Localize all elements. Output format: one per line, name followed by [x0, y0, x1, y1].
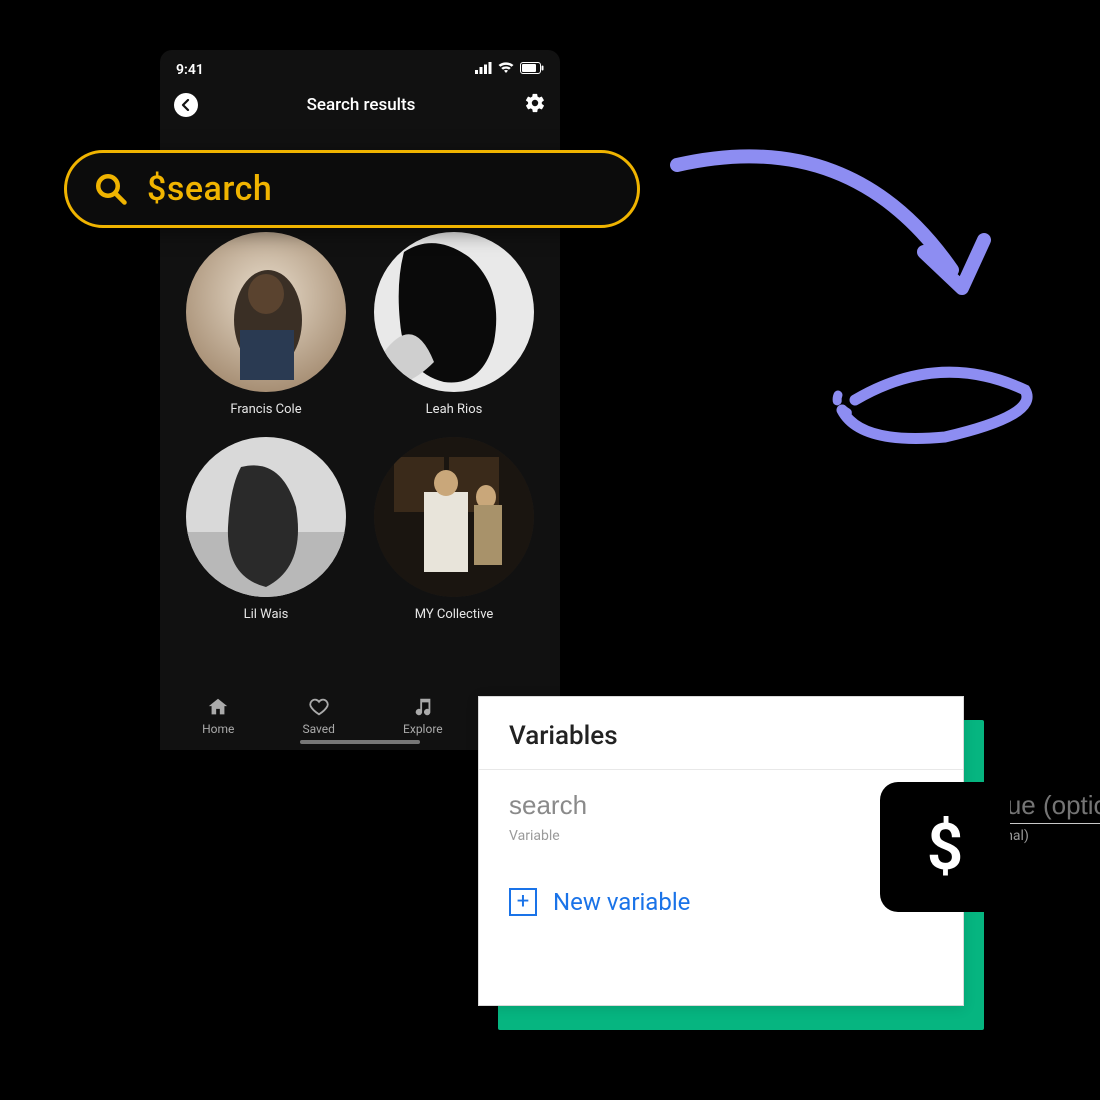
home-icon: [207, 696, 229, 718]
nav-label: Home: [202, 722, 234, 736]
plus-icon: +: [509, 888, 537, 916]
artist-name: Francis Cole: [230, 402, 301, 417]
home-indicator: [300, 740, 420, 744]
search-icon: [93, 171, 129, 207]
chevron-left-icon: [180, 99, 192, 111]
signal-icon: [475, 62, 492, 78]
status-time: 9:41: [176, 62, 204, 78]
avatar: [186, 232, 346, 392]
status-bar: 9:41: [160, 50, 560, 86]
variable-name-label: Variable: [509, 828, 844, 844]
search-field[interactable]: $search: [64, 150, 640, 228]
variable-name-col: Variable: [509, 788, 844, 844]
settings-button[interactable]: [524, 92, 546, 118]
wifi-icon: [498, 62, 514, 78]
top-bar: Search results: [160, 86, 560, 132]
panel-heading: Variables: [479, 697, 963, 770]
annotation-arrow: [662, 140, 1022, 340]
nav-label: Saved: [302, 722, 334, 736]
avatar: [374, 232, 534, 392]
artist-name: MY Collective: [415, 607, 494, 622]
artist-item[interactable]: Leah Rios: [368, 232, 540, 417]
nav-saved[interactable]: Saved: [302, 696, 334, 736]
artist-name: Lil Wais: [244, 607, 289, 622]
back-button[interactable]: [174, 93, 198, 117]
battery-icon: [520, 62, 544, 78]
new-variable-label: New variable: [553, 888, 690, 916]
nav-explore[interactable]: Explore: [403, 696, 443, 736]
nav-home[interactable]: Home: [202, 696, 234, 736]
search-text: $search: [147, 169, 272, 209]
music-icon: [412, 696, 434, 718]
gear-icon: [524, 92, 546, 114]
page-title: Search results: [307, 95, 416, 115]
avatar: [374, 437, 534, 597]
annotation-circle: [830, 345, 1050, 455]
dollar-tile: $: [880, 782, 1010, 912]
status-icons: [475, 62, 544, 78]
artist-item[interactable]: MY Collective: [368, 437, 540, 622]
artist-name: Leah Rios: [426, 402, 483, 417]
artist-item[interactable]: Francis Cole: [180, 232, 352, 417]
nav-label: Explore: [403, 722, 443, 736]
dollar-icon: $: [927, 810, 964, 885]
avatar: [186, 437, 346, 597]
heart-icon: [308, 696, 330, 718]
variable-name-input[interactable]: [509, 788, 844, 824]
artist-item[interactable]: Lil Wais: [180, 437, 352, 622]
